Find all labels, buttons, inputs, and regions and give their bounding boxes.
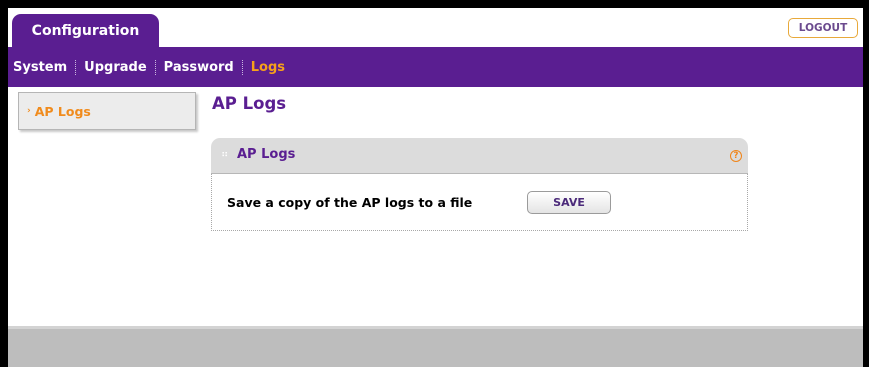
footer-bar xyxy=(8,326,863,367)
panel-body: Save a copy of the AP logs to a file SAV… xyxy=(211,174,748,231)
chevron-right-icon: › xyxy=(27,106,31,116)
app-area: Configuration LOGOUT System Upgrade Pass… xyxy=(8,8,863,367)
nav-item-upgrade[interactable]: Upgrade xyxy=(84,60,154,75)
panel-header: ⠶ AP Logs ? xyxy=(211,138,748,174)
drag-grip-icon: ⠶ xyxy=(221,149,228,160)
help-icon[interactable]: ? xyxy=(730,150,742,162)
sidebar-item-label: AP Logs xyxy=(34,103,91,119)
logout-button[interactable]: LOGOUT xyxy=(788,18,858,38)
nav-item-system[interactable]: System xyxy=(13,60,75,75)
nav-separator xyxy=(241,59,243,75)
nav-separator xyxy=(154,59,156,75)
ap-logs-panel: ⠶ AP Logs ? Save a copy of the AP logs t… xyxy=(211,138,748,231)
page-title: AP Logs xyxy=(212,94,287,113)
tab-configuration[interactable]: Configuration xyxy=(12,14,159,47)
save-logs-label: Save a copy of the AP logs to a file xyxy=(227,195,473,210)
sub-nav-bar: System Upgrade Password Logs xyxy=(8,47,863,87)
panel-title: AP Logs xyxy=(237,147,296,162)
window-frame: Configuration LOGOUT System Upgrade Pass… xyxy=(0,0,869,367)
top-tab-bar: Configuration LOGOUT xyxy=(8,8,863,47)
save-button[interactable]: SAVE xyxy=(527,191,611,214)
sidebar-item-ap-logs[interactable]: › AP Logs xyxy=(18,92,196,130)
nav-separator xyxy=(75,59,77,75)
nav-item-logs[interactable]: Logs xyxy=(251,60,293,75)
nav-item-password[interactable]: Password xyxy=(164,60,242,75)
